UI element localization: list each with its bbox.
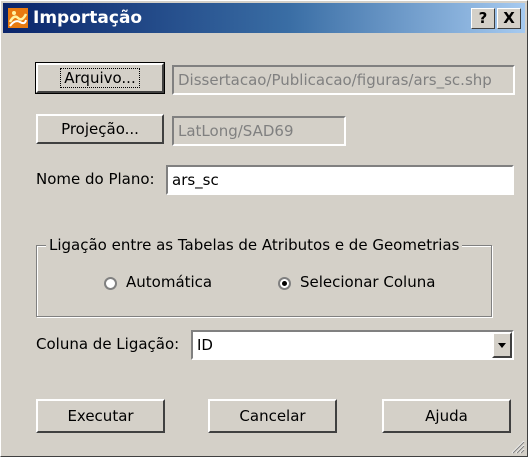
import-dialog: Importação ? X Arquivo... Dissertacao/Pu… bbox=[0, 0, 528, 457]
radio-selected-dot bbox=[282, 281, 287, 286]
question-icon: ? bbox=[478, 9, 488, 27]
cancel-button[interactable]: Cancelar bbox=[208, 399, 337, 433]
execute-button[interactable]: Executar bbox=[36, 399, 165, 433]
file-button[interactable]: Arquivo... bbox=[35, 62, 165, 94]
chevron-down-icon bbox=[498, 343, 506, 348]
help-button[interactable]: Ajuda bbox=[382, 399, 511, 433]
resize-grip-icon[interactable] bbox=[511, 440, 525, 454]
link-column-dropdown-button[interactable] bbox=[492, 332, 512, 358]
link-column-select[interactable]: ID bbox=[191, 330, 514, 360]
app-icon bbox=[8, 8, 28, 28]
projection-button-label: Projeção... bbox=[61, 120, 139, 138]
close-title-button[interactable]: X bbox=[497, 8, 521, 29]
radio-automatic[interactable] bbox=[104, 277, 117, 290]
linkage-group-legend: Ligação entre as Tabelas de Atributos e … bbox=[46, 236, 463, 254]
execute-button-label: Executar bbox=[67, 407, 134, 425]
help-button-label: Ajuda bbox=[425, 407, 468, 425]
plane-name-label: Nome do Plano: bbox=[36, 170, 155, 188]
file-path-field: Dissertacao/Publicacao/figuras/ars_sc.sh… bbox=[172, 65, 515, 95]
window-title: Importação bbox=[33, 8, 143, 28]
projection-button[interactable]: Projeção... bbox=[36, 114, 164, 144]
cancel-button-label: Cancelar bbox=[239, 407, 306, 425]
title-bar[interactable]: Importação ? X bbox=[3, 3, 525, 33]
link-column-label: Coluna de Ligação: bbox=[36, 335, 180, 353]
file-button-label: Arquivo... bbox=[60, 68, 140, 88]
plane-name-input[interactable]: ars_sc bbox=[166, 165, 514, 195]
close-icon: X bbox=[503, 9, 515, 27]
help-title-button[interactable]: ? bbox=[471, 8, 495, 29]
radio-automatic-label[interactable]: Automática bbox=[126, 273, 212, 291]
radio-select-column[interactable] bbox=[278, 277, 291, 290]
projection-field: LatLong/SAD69 bbox=[172, 116, 346, 146]
radio-select-column-label[interactable]: Selecionar Coluna bbox=[300, 273, 435, 291]
